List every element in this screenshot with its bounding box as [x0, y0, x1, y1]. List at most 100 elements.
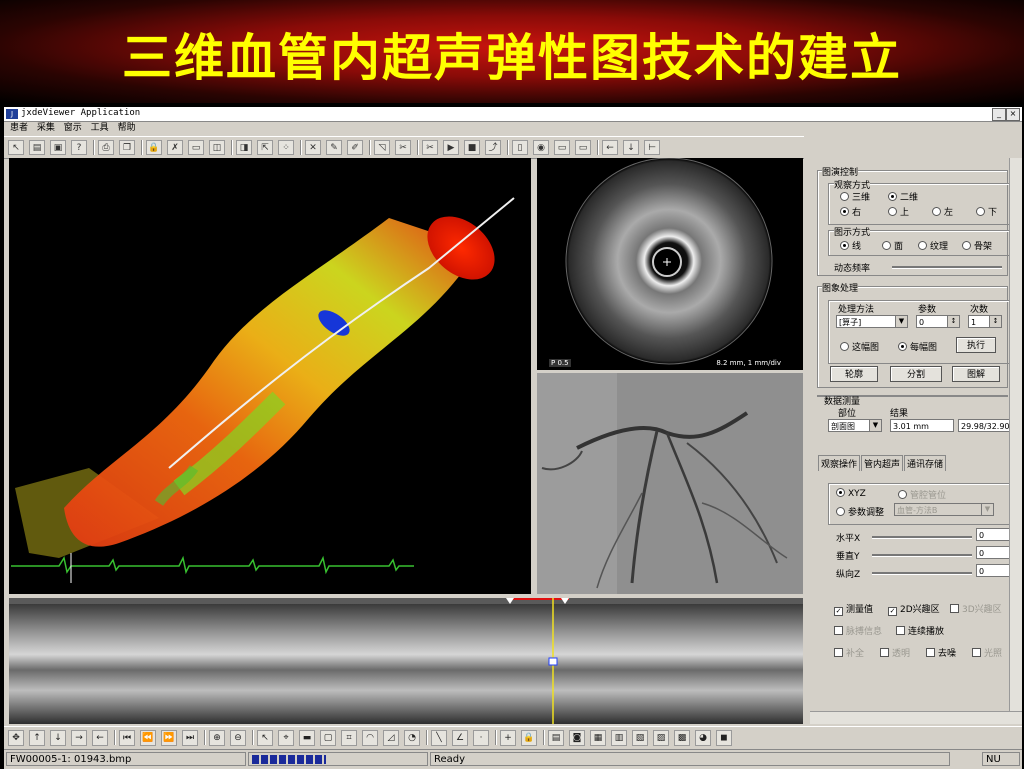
check-2d-roi[interactable]: ✓ 2D兴趣区 — [888, 602, 940, 616]
diagram-button[interactable]: 图解 — [952, 366, 1000, 382]
vessel-3d-view[interactable] — [9, 158, 531, 594]
zoom-out-icon[interactable]: ⊖ — [230, 730, 246, 746]
execute-button[interactable]: 执行 — [956, 337, 996, 353]
arrow-left-icon[interactable]: ← — [602, 140, 618, 155]
b1-icon[interactable]: ▤ — [548, 730, 564, 746]
angle-icon[interactable]: ∠ — [452, 730, 468, 746]
shape4-icon[interactable]: ◔ — [404, 730, 420, 746]
tool3-icon[interactable]: ◹ — [374, 140, 390, 155]
xyz-radio[interactable]: XYZ — [836, 488, 866, 499]
arrow-down-icon[interactable]: ↓ — [623, 140, 639, 155]
menu-acquire[interactable]: 采集 — [37, 122, 55, 135]
contour-button[interactable]: 轮廓 — [830, 366, 878, 382]
rect2-icon[interactable]: ▢ — [320, 730, 336, 746]
menu-patient[interactable]: 患者 — [10, 122, 28, 135]
slider-z-value[interactable]: 0 — [976, 564, 1012, 577]
b4-icon[interactable]: ▥ — [611, 730, 627, 746]
lock-icon[interactable]: 🔒 — [146, 140, 162, 155]
right-icon[interactable]: → — [71, 730, 87, 746]
cross-icon[interactable]: ✗ — [167, 140, 183, 155]
vessel-pos-radio[interactable]: 管腔管位 — [898, 488, 946, 501]
shape1-icon[interactable]: ⌗ — [341, 730, 357, 746]
first-icon[interactable]: ⏮ — [119, 730, 135, 746]
graph-icon[interactable]: ⊢ — [644, 140, 660, 155]
b3-icon[interactable]: ▦ — [590, 730, 606, 746]
stop-icon[interactable]: ■ — [464, 140, 480, 155]
check-measure[interactable]: ✓ 测量值 — [834, 602, 873, 616]
cut2-icon[interactable]: ✂ — [422, 140, 438, 155]
slider-x-value[interactable]: 0 — [976, 528, 1012, 541]
menu-tools[interactable]: 工具 — [91, 122, 109, 135]
save-icon[interactable]: ▣ — [50, 140, 66, 155]
method-combo[interactable]: [算子] ▼ — [836, 315, 908, 328]
check-fill[interactable]: 补全 — [834, 646, 864, 659]
next-icon[interactable]: ⏩ — [161, 730, 177, 746]
view-2d-radio[interactable]: 二维 — [888, 190, 918, 203]
check-lighting[interactable]: 光照 — [972, 646, 1002, 659]
doc-icon[interactable]: ▯ — [512, 140, 528, 155]
slider-z[interactable] — [872, 572, 972, 575]
dir-down-radio[interactable]: 下 — [976, 205, 997, 218]
camera-icon[interactable]: ◉ — [533, 140, 549, 155]
anim-freq-slider[interactable] — [892, 266, 1002, 269]
prev-icon[interactable]: ⏪ — [140, 730, 156, 746]
render-line-radio[interactable]: 线 — [840, 239, 861, 252]
menu-help[interactable]: 帮助 — [118, 122, 136, 135]
scope-this-radio[interactable]: 这幅图 — [840, 340, 879, 353]
minimize-button[interactable]: _ — [992, 108, 1006, 121]
ivus-cross-section-view[interactable]: P 0.5 8.2 mm, 1 mm/div — [537, 157, 803, 370]
check-pulse[interactable]: 脉搏信息 — [834, 624, 882, 637]
times-spin[interactable]: 1 ↕ — [968, 315, 1002, 328]
param-combo[interactable]: 血管-方法B ▼ — [894, 503, 994, 516]
slider-x[interactable] — [872, 536, 972, 539]
rect-icon[interactable]: ▬ — [299, 730, 315, 746]
monitor2-icon[interactable]: ▭ — [575, 140, 591, 155]
dir-up-radio[interactable]: 上 — [888, 205, 909, 218]
window2-icon[interactable]: ◨ — [236, 140, 252, 155]
pick-icon[interactable]: ⌖ — [278, 730, 294, 746]
render-skeleton-radio[interactable]: 骨架 — [962, 239, 992, 252]
check-denoise[interactable]: 去噪 — [926, 646, 956, 659]
panel-hscrollbar[interactable] — [810, 711, 1022, 724]
close-icon[interactable]: ✕ — [305, 140, 321, 155]
dots-icon[interactable]: ⁘ — [278, 140, 294, 155]
move-icon[interactable]: ✥ — [8, 730, 24, 746]
print-icon[interactable]: ⎙ — [98, 140, 114, 155]
tool1-icon[interactable]: ✎ — [326, 140, 342, 155]
b9-icon[interactable]: ◼ — [716, 730, 732, 746]
part-combo[interactable]: 剖面图 ▼ — [828, 419, 882, 432]
scope-each-radio[interactable]: 每幅图 — [898, 340, 937, 353]
monitor-icon[interactable]: ▭ — [554, 140, 570, 155]
b2-icon[interactable]: ◙ — [569, 730, 585, 746]
zoom-in-icon[interactable]: ⊕ — [209, 730, 225, 746]
down-icon[interactable]: ↓ — [50, 730, 66, 746]
param-spin[interactable]: 0 ↕ — [916, 315, 960, 328]
dir-left-radio[interactable]: 左 — [932, 205, 953, 218]
b8-icon[interactable]: ◕ — [695, 730, 711, 746]
help-icon[interactable]: ? — [71, 140, 87, 155]
export-icon[interactable]: ⇱ — [257, 140, 273, 155]
angiography-view[interactable] — [537, 373, 803, 594]
slider-y[interactable] — [872, 554, 972, 557]
cursor-icon[interactable]: ↖ — [257, 730, 273, 746]
cut1-icon[interactable]: ✂ — [395, 140, 411, 155]
shape3-icon[interactable]: ◿ — [383, 730, 399, 746]
window-icon[interactable]: ◫ — [209, 140, 225, 155]
b6-icon[interactable]: ▨ — [653, 730, 669, 746]
last-icon[interactable]: ⏭ — [182, 730, 198, 746]
longitudinal-view[interactable] — [9, 598, 803, 724]
check-transparent[interactable]: 透明 — [880, 646, 910, 659]
pointer-icon[interactable]: ↖ — [8, 140, 24, 155]
tab-comm[interactable]: 通讯存储 — [904, 455, 947, 471]
check-3d-roi[interactable]: 3D兴趣区 — [950, 602, 1002, 615]
render-texture-radio[interactable]: 纹理 — [918, 239, 948, 252]
check-continuous[interactable]: 连续播放 — [896, 624, 944, 637]
left-icon[interactable]: ← — [92, 730, 108, 746]
panel-scrollbar[interactable] — [1009, 158, 1022, 723]
line-icon[interactable]: ╲ — [431, 730, 447, 746]
menu-window[interactable]: 窗示 — [64, 122, 82, 135]
lock-icon[interactable]: 🔒 — [521, 730, 537, 746]
dir-right-radio[interactable]: 右 — [840, 205, 861, 218]
tool2-icon[interactable]: ✐ — [347, 140, 363, 155]
render-surface-radio[interactable]: 面 — [882, 239, 903, 252]
